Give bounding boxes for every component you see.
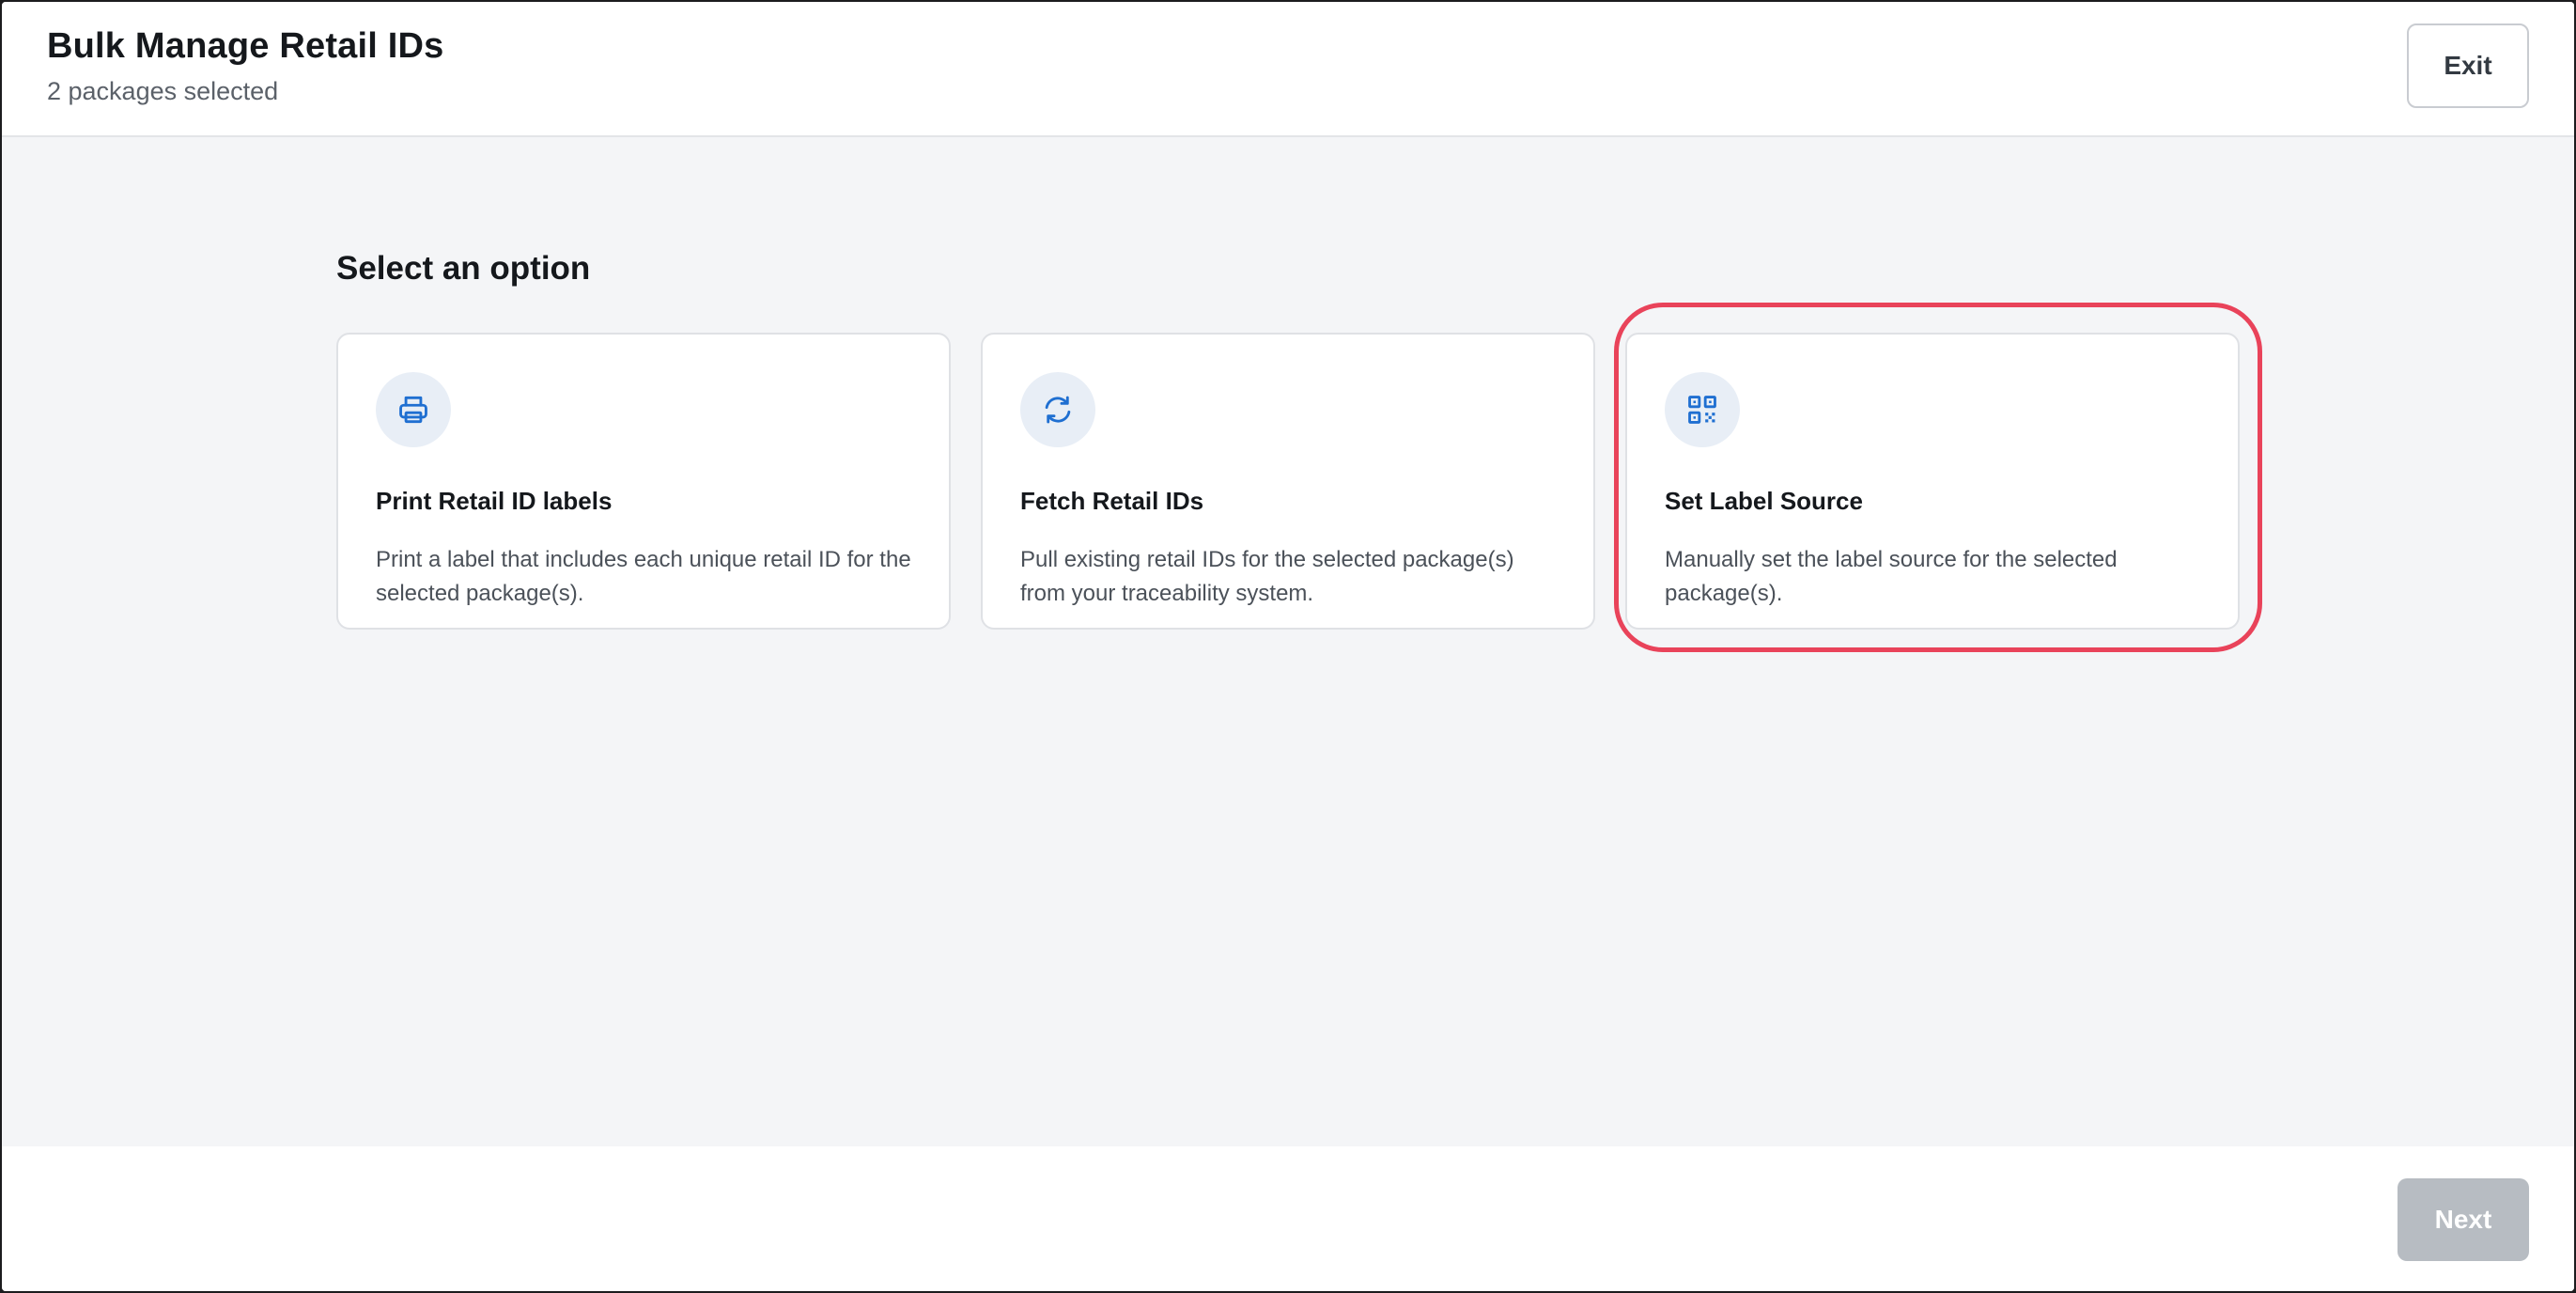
option-card-set-label-source[interactable]: Set Label Source Manually set the label … xyxy=(1625,333,2240,630)
option-card-print-labels[interactable]: Print Retail ID labels Print a label tha… xyxy=(336,333,951,630)
selection-count: 2 packages selected xyxy=(47,77,279,105)
dialog-header: Bulk Manage Retail IDs 2 packages select… xyxy=(2,2,2574,137)
option-description: Print a label that includes each unique … xyxy=(376,547,911,606)
refresh-icon xyxy=(1020,372,1095,447)
option-description: Pull existing retail IDs for the selecte… xyxy=(1020,547,1514,606)
printer-icon xyxy=(376,372,451,447)
option-title: Print Retail ID labels xyxy=(376,487,613,515)
dialog-footer: Next xyxy=(2,1146,2574,1291)
page-title: Bulk Manage Retail IDs xyxy=(47,26,444,66)
bulk-manage-dialog: Bulk Manage Retail IDs 2 packages select… xyxy=(2,2,2574,1291)
option-title: Set Label Source xyxy=(1665,487,1863,515)
options-panel: Select an option Print Retail ID labels … xyxy=(2,137,2574,1146)
next-button[interactable]: Next xyxy=(2398,1178,2529,1261)
option-title: Fetch Retail IDs xyxy=(1020,487,1204,515)
option-description: Manually set the label source for the se… xyxy=(1665,547,2118,606)
option-card-fetch-ids[interactable]: Fetch Retail IDs Pull existing retail ID… xyxy=(981,333,1595,630)
qr-code-icon xyxy=(1665,372,1740,447)
exit-button[interactable]: Exit xyxy=(2407,23,2529,108)
section-title: Select an option xyxy=(336,250,591,287)
